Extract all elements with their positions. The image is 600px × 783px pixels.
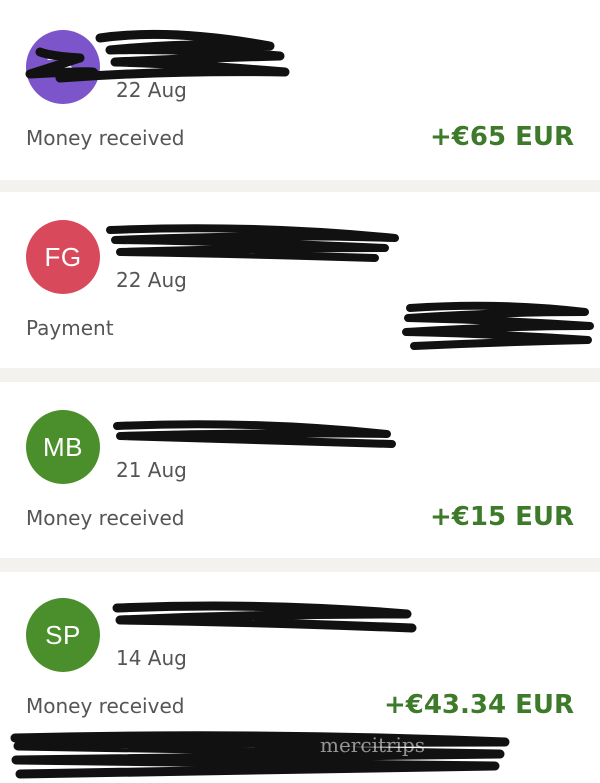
redacted-name <box>106 224 399 262</box>
avatar: FG <box>26 220 100 294</box>
avatar-initials: FG <box>44 241 82 272</box>
transaction-date: 14 Aug <box>116 646 187 670</box>
watermark: mercitrips <box>320 733 426 757</box>
transaction-amount: +€15 EUR <box>429 502 574 532</box>
transaction-amount: +€65 EUR <box>429 122 574 152</box>
redacted-name <box>113 420 396 448</box>
transaction-type: Money received <box>26 694 185 718</box>
redacted-reference <box>10 731 510 779</box>
redacted-name <box>112 601 417 633</box>
redacted-amount <box>402 301 594 350</box>
avatar: SP <box>26 598 100 672</box>
transaction-date: 22 Aug <box>116 78 187 102</box>
transaction-card[interactable]: ZK 22 Aug Money received +€65 EUR <box>0 0 600 180</box>
transaction-type: Money received <box>26 506 185 530</box>
transaction-date: 22 Aug <box>116 268 187 292</box>
avatar: MB <box>26 410 100 484</box>
avatar-initials: SP <box>45 619 81 650</box>
avatar-initials: MB <box>43 431 83 462</box>
transaction-amount: +€43.34 EUR <box>383 690 574 720</box>
transaction-type: Payment <box>26 316 114 340</box>
transaction-type: Money received <box>26 126 185 150</box>
transaction-date: 21 Aug <box>116 458 187 482</box>
transaction-card[interactable]: FG 22 Aug Payment <box>0 192 600 368</box>
transaction-card[interactable]: MB 21 Aug Money received +€15 EUR <box>0 382 600 558</box>
transaction-card[interactable]: SP 14 Aug Money received +€43.34 EUR <box>0 572 600 783</box>
